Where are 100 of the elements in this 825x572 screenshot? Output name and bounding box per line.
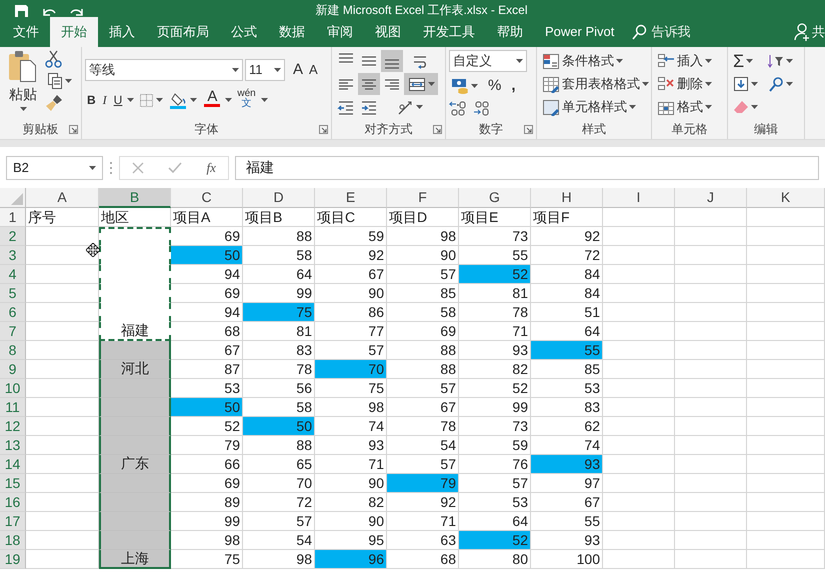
- comma-button[interactable]: ,: [509, 75, 518, 97]
- underline-button[interactable]: U: [112, 89, 124, 111]
- undo-icon[interactable]: [42, 7, 56, 17]
- table-cell: 81: [243, 322, 315, 341]
- scissors-icon[interactable]: [45, 50, 63, 68]
- styles-menu-button[interactable]: 单元格样式: [540, 96, 651, 118]
- ribbon-tab[interactable]: 视图: [364, 17, 412, 47]
- table-cell: 58: [387, 303, 459, 322]
- decrease-indent-icon: [337, 98, 355, 116]
- bold-button[interactable]: B: [85, 89, 98, 111]
- row-header[interactable]: 7: [0, 322, 26, 341]
- group-label: 字体: [194, 121, 218, 138]
- ribbon-tab[interactable]: 插入: [98, 17, 146, 47]
- enter-check-icon[interactable]: [168, 162, 182, 174]
- table-cell: 98: [315, 398, 387, 417]
- ribbon-tab[interactable]: 数据: [268, 17, 316, 47]
- formula-input[interactable]: 福建: [235, 156, 819, 180]
- fill-down-icon: [733, 76, 749, 92]
- column-header[interactable]: D: [243, 188, 315, 208]
- row-header[interactable]: 2: [0, 227, 26, 246]
- row-header[interactable]: 13: [0, 436, 26, 455]
- table-cell: 81: [459, 284, 531, 303]
- table-cell: 84: [531, 284, 603, 303]
- row-header[interactable]: 10: [0, 379, 26, 398]
- dialog-launcher-icon[interactable]: [319, 124, 328, 134]
- text-orientation-icon: [396, 98, 414, 116]
- cells-menu-button[interactable]: 格式: [655, 96, 714, 118]
- copy-button[interactable]: [45, 70, 74, 92]
- column-header[interactable]: A: [26, 188, 99, 208]
- font-name-field[interactable]: 等线: [85, 59, 243, 81]
- shrink-font-button[interactable]: A: [307, 59, 320, 81]
- column-header[interactable]: K: [747, 188, 825, 208]
- column-header[interactable]: G: [459, 188, 531, 208]
- row-header[interactable]: 18: [0, 531, 26, 550]
- table-cell: 84: [531, 265, 603, 284]
- column-header[interactable]: F: [387, 188, 459, 208]
- percent-button[interactable]: %: [486, 75, 504, 97]
- styles-menu-button[interactable]: 条件格式: [540, 50, 651, 72]
- number-format-field[interactable]: 自定义: [449, 50, 527, 72]
- row-header[interactable]: 5: [0, 284, 26, 303]
- italic-button[interactable]: I: [100, 89, 109, 111]
- brush-icon[interactable]: [45, 94, 63, 112]
- caret-icon: [89, 166, 96, 170]
- decrease-decimal-icon[interactable]: [473, 100, 491, 116]
- paste-button[interactable]: 粘贴: [3, 50, 43, 118]
- ribbon-tab[interactable]: 文件: [2, 17, 50, 47]
- alignment-button[interactable]: [404, 73, 438, 95]
- ribbon-tab[interactable]: 帮助: [486, 17, 534, 47]
- ribbon-tab[interactable]: 开发工具: [412, 17, 486, 47]
- cells-menu-button[interactable]: 删除: [655, 73, 714, 95]
- column-header[interactable]: C: [171, 188, 243, 208]
- column-header[interactable]: I: [603, 188, 675, 208]
- insert-function-button[interactable]: fx: [206, 158, 216, 178]
- row-header[interactable]: 4: [0, 265, 26, 284]
- table-cell: 93: [531, 455, 603, 474]
- autosum-button[interactable]: Σ: [731, 50, 765, 72]
- row-header[interactable]: 19: [0, 550, 26, 569]
- styles-menu-button[interactable]: 套用表格格式: [540, 73, 651, 95]
- font-size-field[interactable]: 11: [245, 59, 285, 81]
- alignment-button[interactable]: [381, 50, 403, 72]
- row-header[interactable]: 14: [0, 455, 26, 474]
- caret-icon: [705, 105, 712, 109]
- row-header[interactable]: 17: [0, 512, 26, 531]
- table-cell: 57: [243, 512, 315, 531]
- row-header[interactable]: 12: [0, 417, 26, 436]
- row-header[interactable]: 16: [0, 493, 26, 512]
- cells-menu-button[interactable]: 插入: [655, 50, 714, 72]
- column-header[interactable]: E: [315, 188, 387, 208]
- row-header[interactable]: 15: [0, 474, 26, 493]
- dialog-launcher-icon[interactable]: [69, 124, 78, 134]
- name-box[interactable]: B2: [6, 156, 103, 180]
- ribbon-tab[interactable]: Power Pivot: [534, 17, 626, 47]
- redo-icon[interactable]: [70, 7, 84, 17]
- ribbon-tab[interactable]: 审阅: [316, 17, 364, 47]
- grow-font-button[interactable]: A: [291, 59, 306, 81]
- caret-icon: [225, 98, 232, 102]
- row-header[interactable]: 3: [0, 246, 26, 265]
- save-icon[interactable]: [14, 5, 28, 17]
- dialog-launcher-icon[interactable]: [433, 124, 442, 134]
- phonetic-button[interactable]: wén 文: [235, 89, 258, 111]
- column-header[interactable]: B: [99, 188, 171, 208]
- row-header[interactable]: 8: [0, 341, 26, 360]
- dialog-launcher-icon[interactable]: [524, 124, 533, 134]
- row-header[interactable]: 11: [0, 398, 26, 417]
- column-header[interactable]: H: [531, 188, 603, 208]
- column-header[interactable]: J: [675, 188, 747, 208]
- table-cell: 项目A: [171, 208, 243, 227]
- table-cell: 序号: [26, 208, 99, 227]
- share-button[interactable]: 共: [794, 17, 825, 47]
- alignment-button[interactable]: [358, 73, 380, 95]
- ribbon-tab[interactable]: 页面布局: [146, 17, 220, 47]
- tell-me-search[interactable]: 告诉我: [631, 17, 690, 47]
- row-header[interactable]: 9: [0, 360, 26, 379]
- font-color-button[interactable]: A: [202, 89, 222, 111]
- ribbon-tab[interactable]: 公式: [220, 17, 268, 47]
- ribbon-tab[interactable]: 开始: [50, 17, 98, 47]
- caret-icon: [20, 107, 26, 111]
- increase-decimal-icon[interactable]: [449, 100, 467, 116]
- row-header[interactable]: 6: [0, 303, 26, 322]
- row-header[interactable]: 1: [0, 208, 26, 227]
